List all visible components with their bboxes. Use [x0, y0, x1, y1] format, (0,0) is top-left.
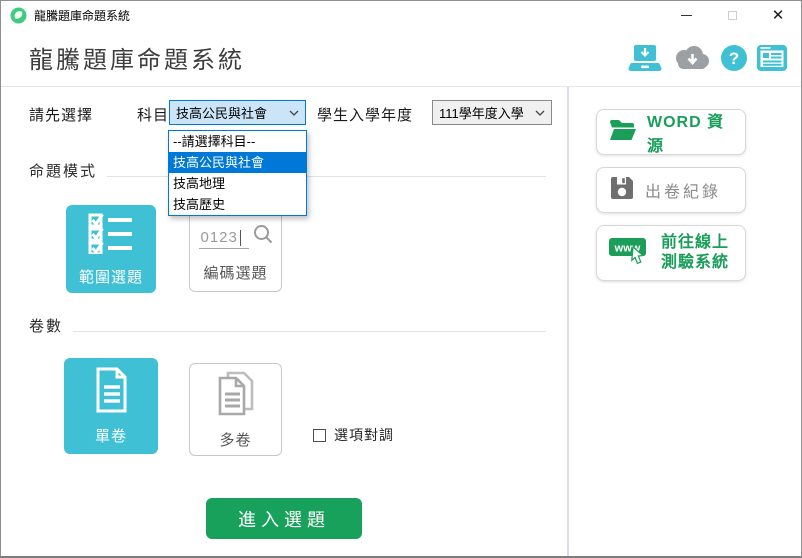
page-title: 龍騰題庫命題系統: [29, 40, 245, 75]
close-button[interactable]: ✕: [755, 1, 801, 29]
enter-selection-button[interactable]: 進入選題: [206, 498, 362, 539]
maximize-icon: [728, 11, 737, 20]
subject-select[interactable]: 技高公民與社會: [169, 100, 306, 125]
app-window: 龍騰題庫命題系統 ✕ 龍騰題庫命題系統: [0, 0, 802, 558]
online-test-label-line1: 前往線上: [661, 233, 729, 253]
svg-text:?: ?: [729, 49, 739, 68]
range-select-button[interactable]: 範圍選題: [66, 205, 156, 293]
online-test-label: 前往線上 測驗系統: [661, 233, 729, 273]
dropdown-option-selected[interactable]: 技高公民與社會: [169, 152, 306, 173]
copies-section-title: 卷數: [29, 315, 63, 336]
main-panel: 請先選擇 科目 技高公民與社會 學生入學年度 111學年度入學 --請選擇科目-…: [1, 87, 569, 556]
folder-icon: [609, 118, 637, 147]
year-label: 學生入學年度: [317, 104, 413, 125]
www-cursor-icon: www: [609, 235, 651, 272]
online-test-label-line2: 測驗系統: [661, 253, 729, 273]
multi-doc-icon: [214, 370, 258, 423]
dropdown-option[interactable]: 技高歷史: [169, 194, 306, 215]
swap-options-label: 選項對調: [334, 425, 394, 445]
word-resource-button[interactable]: WORD 資源: [596, 109, 746, 155]
divider: [73, 331, 546, 332]
copies-section-header: 卷數: [29, 315, 546, 336]
year-select[interactable]: 111學年度入學: [432, 100, 552, 125]
single-paper-button[interactable]: 單卷: [64, 358, 158, 454]
prompt-label: 請先選擇: [29, 104, 93, 125]
multi-paper-button[interactable]: 多卷: [189, 363, 282, 456]
dropdown-option[interactable]: --請選擇科目--: [169, 131, 306, 152]
single-paper-label: 單卷: [95, 425, 127, 446]
mode-section-title: 命題模式: [29, 160, 97, 181]
header-icons: ?: [628, 44, 787, 72]
subject-label: 科目: [137, 104, 169, 125]
year-select-value: 111學年度入學: [439, 103, 524, 122]
window-title: 龍騰題庫命題系統: [34, 7, 130, 24]
chevron-down-icon: [289, 105, 299, 120]
sidebar: WORD 資源 出卷紀錄 www: [569, 87, 801, 556]
window-controls: ✕: [663, 1, 801, 29]
help-icon[interactable]: ?: [720, 44, 748, 72]
maximize-button[interactable]: [709, 1, 755, 29]
search-icon[interactable]: [253, 224, 273, 249]
exam-form-icon[interactable]: [757, 45, 787, 71]
single-doc-icon: [91, 367, 131, 418]
checklist-icon: [88, 212, 134, 259]
app-logo-icon: [10, 7, 27, 24]
text-caret: [240, 230, 241, 246]
minimize-icon: [681, 15, 692, 16]
close-icon: ✕: [772, 6, 785, 24]
exam-record-button[interactable]: 出卷紀錄: [596, 167, 746, 213]
subject-select-value: 技高公民與社會: [176, 103, 267, 122]
code-select-label: 編碼選題: [203, 262, 267, 283]
checkbox-icon: [313, 429, 326, 442]
word-resource-label: WORD 資源: [647, 108, 737, 156]
minimize-button[interactable]: [663, 1, 709, 29]
code-input-value: 0123: [201, 229, 238, 246]
subject-dropdown-list: --請選擇科目-- 技高公民與社會 技高地理 技高歷史: [168, 130, 307, 216]
online-test-button[interactable]: www 前往線上 測驗系統: [596, 225, 746, 281]
range-select-label: 範圍選題: [79, 266, 143, 287]
laptop-download-icon[interactable]: [628, 44, 662, 72]
exam-record-label: 出卷紀錄: [645, 178, 721, 202]
dropdown-option[interactable]: 技高地理: [169, 173, 306, 194]
titlebar: 龍騰題庫命題系統 ✕: [1, 1, 801, 29]
floppy-icon: [609, 175, 635, 206]
cloud-download-icon[interactable]: [671, 44, 711, 72]
code-search-input[interactable]: 0123: [199, 229, 249, 249]
multi-paper-label: 多卷: [219, 429, 251, 450]
swap-options-checkbox[interactable]: 選項對調: [313, 425, 394, 445]
header: 龍騰題庫命題系統: [1, 29, 801, 87]
chevron-down-icon: [535, 105, 545, 120]
